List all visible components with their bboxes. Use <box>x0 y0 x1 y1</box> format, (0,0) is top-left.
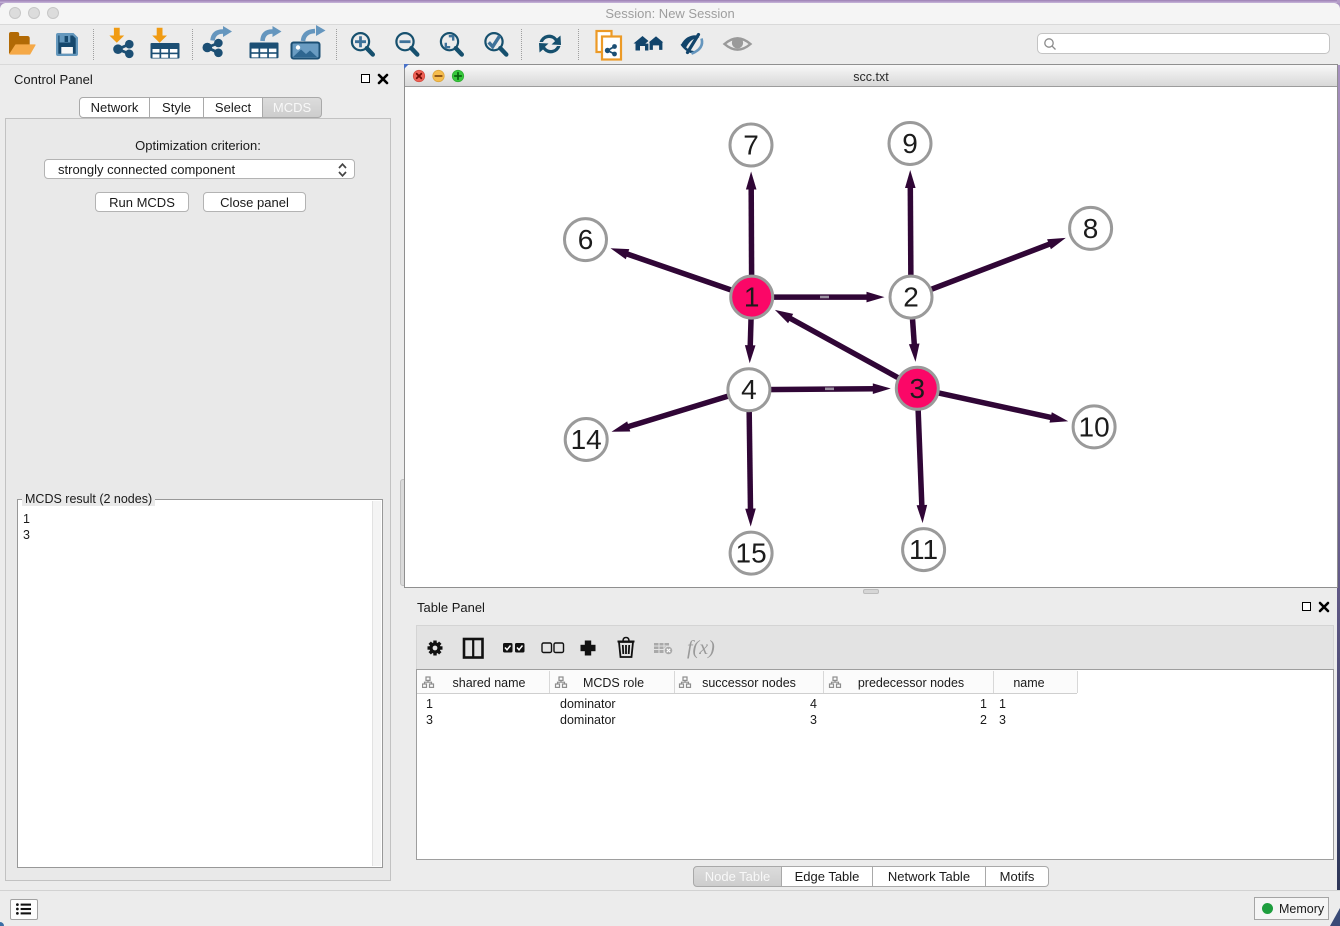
svg-text:2: 2 <box>903 282 919 313</box>
svg-text:10: 10 <box>1079 411 1110 442</box>
svg-text:8: 8 <box>1083 213 1099 244</box>
svg-text:4: 4 <box>741 374 757 405</box>
svg-text:9: 9 <box>902 128 918 159</box>
svg-text:6: 6 <box>578 224 594 255</box>
svg-text:14: 14 <box>571 424 602 455</box>
svg-text:11: 11 <box>909 534 938 565</box>
svg-text:f(x): f(x) <box>687 637 715 659</box>
svg-text:7: 7 <box>743 130 759 161</box>
svg-text:15: 15 <box>736 538 767 569</box>
svg-text:1: 1 <box>744 282 760 313</box>
svg-text:3: 3 <box>910 373 926 404</box>
